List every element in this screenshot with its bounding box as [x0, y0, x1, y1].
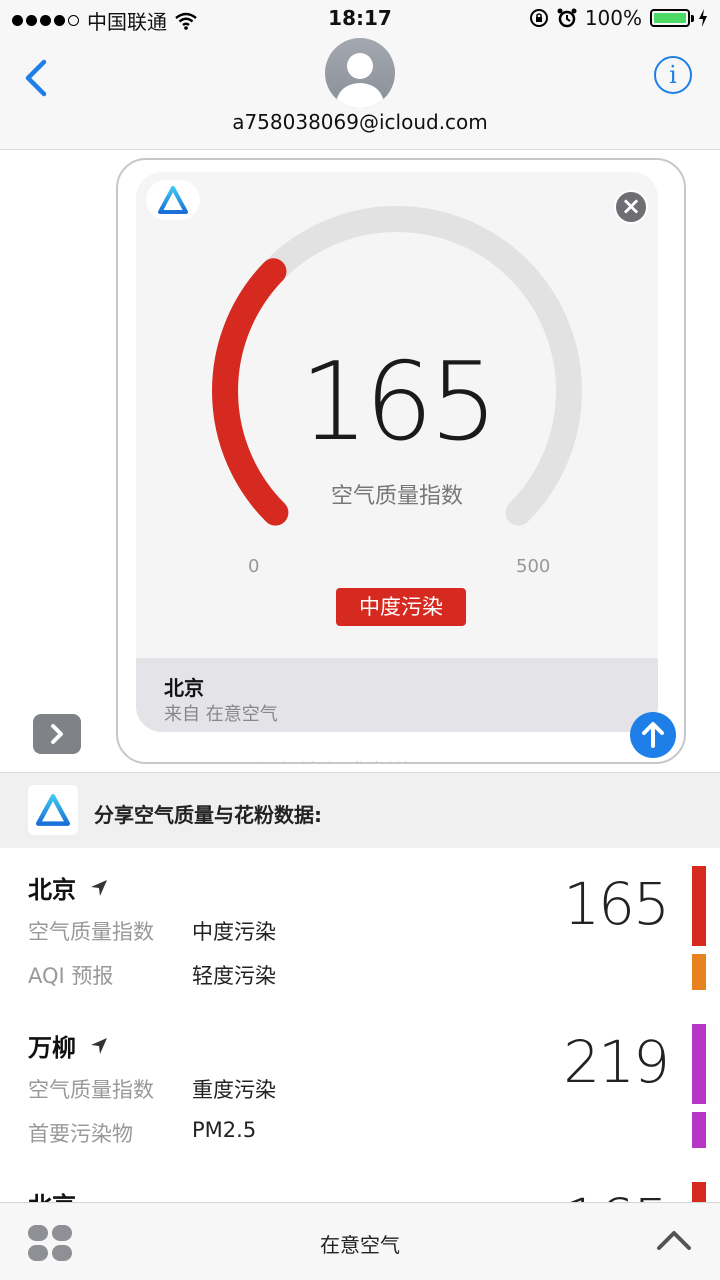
compose-area: × 165 空气质量指数 0 500 中度污染 北京 来自 在意空气 添加注释或… [0, 150, 720, 772]
pollution-level-badge: 中度污染 [336, 588, 466, 626]
info-icon[interactable]: i [654, 56, 692, 94]
row-label: 空气质量指数 [28, 920, 154, 944]
app-title: 在意空气 [320, 1233, 400, 1257]
chevron-right-icon [51, 724, 63, 744]
avatar[interactable] [325, 38, 395, 108]
send-button[interactable] [630, 712, 676, 758]
alarm-icon [557, 8, 577, 28]
aqi-color-bar [692, 1182, 706, 1202]
aqi-color-bar [692, 1024, 706, 1104]
row-value: 重度污染 [192, 1078, 276, 1102]
charging-icon [699, 9, 707, 27]
contact-name[interactable]: a758038069@icloud.com [0, 110, 720, 134]
location-arrow-icon [91, 1037, 107, 1054]
aqi-message-card[interactable]: × 165 空气质量指数 0 500 中度污染 北京 来自 在意空气 [136, 172, 658, 732]
forecast-color-bar [692, 954, 706, 990]
app-drawer-bar: 在意空气 [0, 1202, 720, 1280]
row-value: PM2.5 [192, 1118, 257, 1142]
row-city: 万柳 [28, 1034, 76, 1062]
row-label: 空气质量指数 [28, 1078, 154, 1102]
list-item[interactable]: 北京 165 [0, 1164, 720, 1202]
aqi-label: 空气质量指数 [330, 484, 463, 509]
row-label: 首要污染物 [28, 1122, 133, 1146]
conversation-header: a758038069@icloud.com i [0, 38, 720, 150]
expand-button[interactable] [33, 714, 81, 754]
list-item[interactable]: 万柳 空气质量指数 重度污染 首要污染物 PM2.5 219 [0, 1006, 720, 1164]
row-value: 中度污染 [192, 920, 276, 944]
share-header: 分享空气质量与花粉数据: [0, 772, 720, 848]
aqi-color-bar [692, 866, 706, 946]
message-input-frame[interactable]: × 165 空气质量指数 0 500 中度污染 北京 来自 在意空气 添加注释或… [116, 158, 686, 764]
status-bar: 中国联通 18:17 100% [0, 0, 720, 38]
share-title: 分享空气质量与花粉数据: [94, 803, 322, 827]
row-aqi: 219 [563, 1028, 670, 1096]
card-footer: 北京 来自 在意空气 [136, 658, 658, 732]
scale-min: 0 [248, 556, 260, 577]
close-icon[interactable]: × [614, 190, 648, 224]
forecast-color-bar [692, 1112, 706, 1148]
card-city: 北京 [164, 676, 204, 700]
list-item[interactable]: 北京 空气质量指数 中度污染 AQI 预报 轻度污染 165 [0, 848, 720, 1006]
app-logo-icon [146, 180, 200, 220]
person-silhouette-icon [335, 53, 385, 108]
back-chevron-icon[interactable] [20, 58, 50, 98]
location-arrow-icon [91, 879, 107, 896]
battery-icon [650, 9, 694, 27]
row-aqi: 165 [563, 1186, 670, 1202]
aqi-value: 165 [299, 340, 498, 465]
chevron-up-icon[interactable] [656, 1229, 692, 1251]
scale-max: 500 [516, 556, 551, 577]
rotation-lock-icon [529, 9, 548, 27]
location-list[interactable]: 北京 空气质量指数 中度污染 AQI 预报 轻度污染 165 万柳 空气质量指数… [0, 848, 720, 1202]
row-city: 北京 [28, 876, 76, 904]
battery-percent: 100% [584, 6, 642, 30]
row-city: 北京 [28, 1186, 76, 1202]
card-source: 来自 在意空气 [164, 704, 278, 725]
app-logo-icon [28, 785, 78, 835]
arrow-up-icon [642, 722, 664, 748]
row-value: 轻度污染 [192, 964, 276, 988]
row-label: AQI 预报 [28, 964, 114, 988]
message-placeholder: 添加注释或发送 [256, 755, 410, 762]
row-aqi: 165 [563, 870, 670, 938]
